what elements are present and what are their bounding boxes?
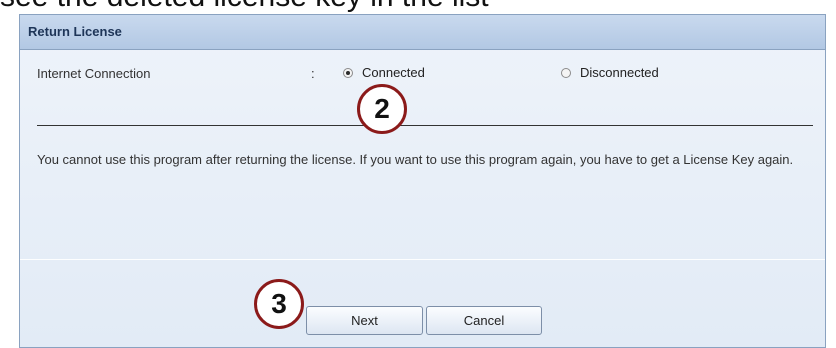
radio-disconnected[interactable]: Disconnected bbox=[561, 65, 659, 80]
dialog-title: Return License bbox=[28, 24, 122, 39]
radio-connected[interactable]: Connected bbox=[343, 65, 425, 80]
footer-separator bbox=[20, 259, 825, 260]
next-button[interactable]: Next bbox=[306, 306, 423, 335]
radio-connected-label: Connected bbox=[362, 65, 425, 80]
cancel-button[interactable]: Cancel bbox=[426, 306, 542, 335]
label-separator: : bbox=[311, 66, 315, 81]
return-license-dialog: Return License Internet Connection : Con… bbox=[19, 14, 826, 348]
return-warning-message: You cannot use this program after return… bbox=[37, 152, 794, 167]
caption-text: see the deleted license key in the list bbox=[0, 0, 836, 14]
radio-connected-indicator[interactable] bbox=[343, 67, 353, 78]
step-3-marker: 3 bbox=[254, 279, 304, 329]
internet-connection-label: Internet Connection bbox=[37, 66, 151, 81]
step-2-marker: 2 bbox=[357, 84, 407, 134]
dialog-titlebar: Return License bbox=[20, 15, 825, 50]
radio-disconnected-indicator[interactable] bbox=[561, 67, 571, 78]
divider-line bbox=[37, 125, 813, 126]
radio-disconnected-label: Disconnected bbox=[580, 65, 659, 80]
